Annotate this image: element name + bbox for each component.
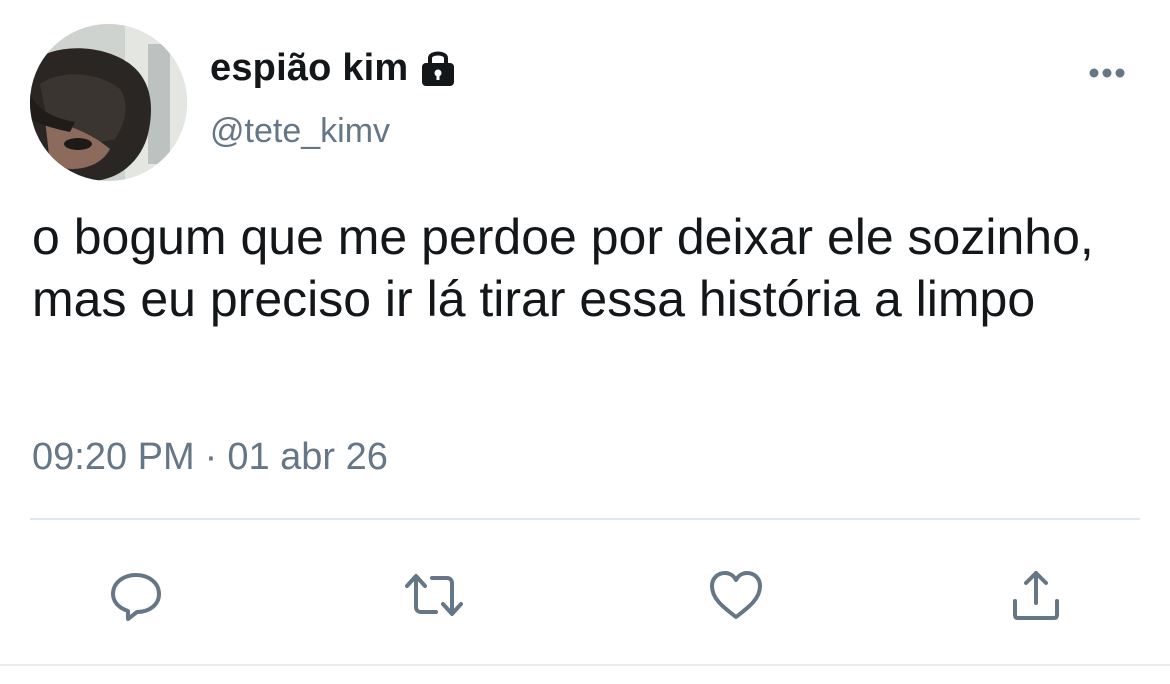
reply-button[interactable] <box>104 563 168 627</box>
tweet-time: 09:20 PM <box>32 436 195 478</box>
reply-icon <box>111 573 161 621</box>
like-button[interactable] <box>704 563 768 627</box>
action-bar <box>0 555 1170 635</box>
author-name-row: espião kim <box>210 42 460 94</box>
tweet-date: 01 abr 26 <box>227 436 388 478</box>
tweet-card: espião kim @tete_kimv o bogum que me per… <box>0 0 1170 684</box>
lock-icon <box>416 46 460 90</box>
retweet-icon <box>405 574 463 616</box>
avatar[interactable] <box>30 24 187 181</box>
bottom-divider <box>0 664 1170 666</box>
tweet-text: o bogum que me perdoe por deixar ele soz… <box>32 209 1094 327</box>
more-options-icon[interactable] <box>1082 58 1132 88</box>
meta-separator: · <box>204 436 218 478</box>
like-icon <box>710 571 762 619</box>
tweet-timestamp[interactable]: 09:20 PM · 01 abr 26 <box>32 436 388 479</box>
retweet-button[interactable] <box>402 563 466 627</box>
divider <box>30 518 1140 520</box>
user-handle[interactable]: @tete_kimv <box>210 112 390 151</box>
share-button[interactable] <box>1004 563 1068 627</box>
share-icon <box>1013 571 1059 620</box>
avatar-image <box>30 24 187 181</box>
display-name[interactable]: espião kim <box>210 47 408 90</box>
